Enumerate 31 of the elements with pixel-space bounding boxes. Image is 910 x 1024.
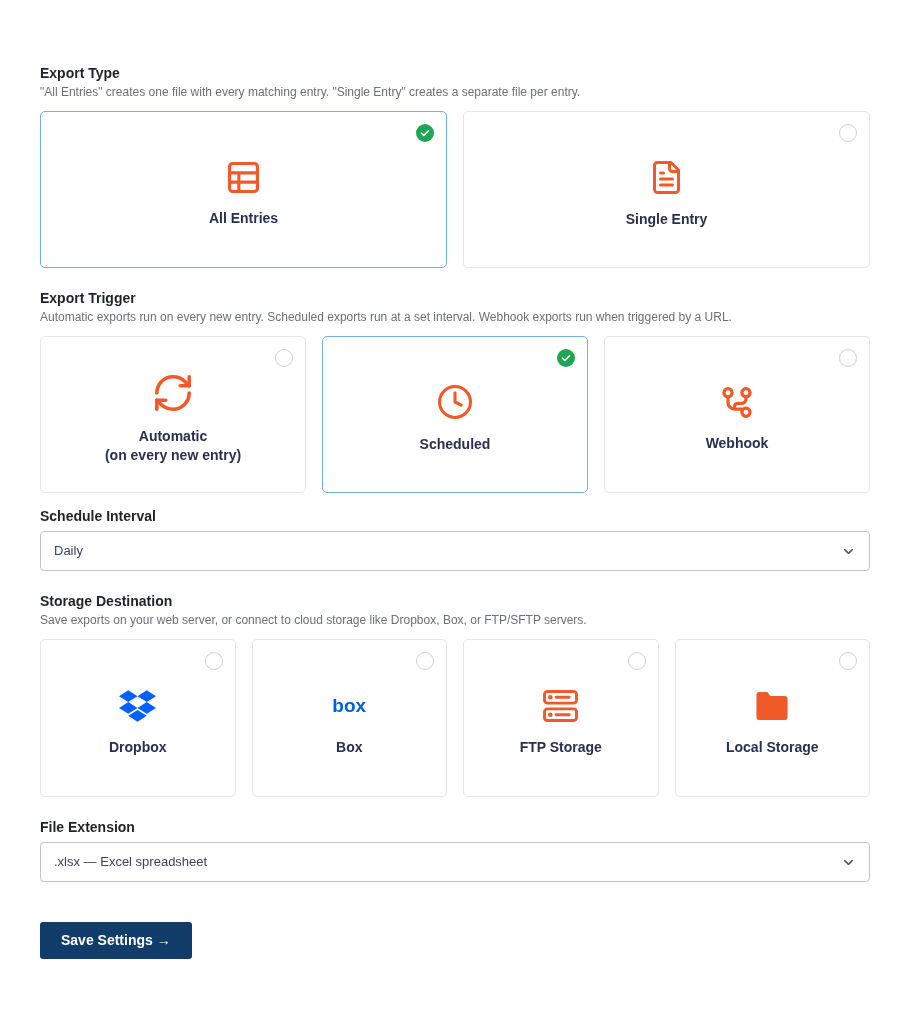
dropbox-logo-icon [119, 689, 157, 722]
interval-dropdown[interactable]: Daily [40, 531, 870, 571]
chevron-down-icon [844, 859, 853, 865]
section-title: Storage Destination [40, 592, 174, 611]
section-title: Export Type [40, 64, 121, 83]
option-card[interactable]: Scheduled [322, 336, 588, 493]
option-card[interactable]: FTP Storage [463, 639, 659, 797]
refresh-icon [155, 374, 191, 411]
option-card[interactable]: Single Entry [463, 111, 870, 268]
file-extension-dropdown[interactable]: .xlsx — Excel spreadsheet [40, 842, 870, 882]
option-card[interactable]: Webhook [604, 336, 870, 493]
option-card[interactable]: box Box [251, 639, 447, 797]
option-card[interactable]: Automatic (on every new entry) [40, 336, 306, 493]
section-description: "All Entries" creates one file with every matching entry. "Single Entry" creates a separate file per entry. [40, 84, 582, 100]
clock-icon [438, 385, 472, 419]
connected-nodes-icon [722, 386, 752, 418]
section-title: Schedule Interval [40, 507, 157, 526]
section-title: File Extension [40, 818, 136, 837]
save-settings-button[interactable]: Save Settings → [40, 922, 192, 959]
document-icon [653, 160, 680, 194]
server-icon [543, 689, 579, 722]
table-icon [228, 161, 259, 193]
section-description: Automatic exports run on every new entry. Scheduled exports run at a set interval. Webhook exports run when triggered by a URL. [40, 309, 733, 325]
section-description: Save exports on your web server, or connect to cloud storage like Dropbox, Box, or FTP/SFTP servers. [40, 612, 588, 628]
chevron-down-icon [844, 548, 853, 554]
folder-icon [756, 691, 789, 720]
section-title: Export Trigger [40, 289, 137, 308]
option-card[interactable]: Local Storage [674, 639, 870, 797]
option-card[interactable]: Dropbox [40, 639, 236, 797]
option-card[interactable]: All Entries [40, 111, 447, 268]
logo-text: box [332, 693, 367, 718]
